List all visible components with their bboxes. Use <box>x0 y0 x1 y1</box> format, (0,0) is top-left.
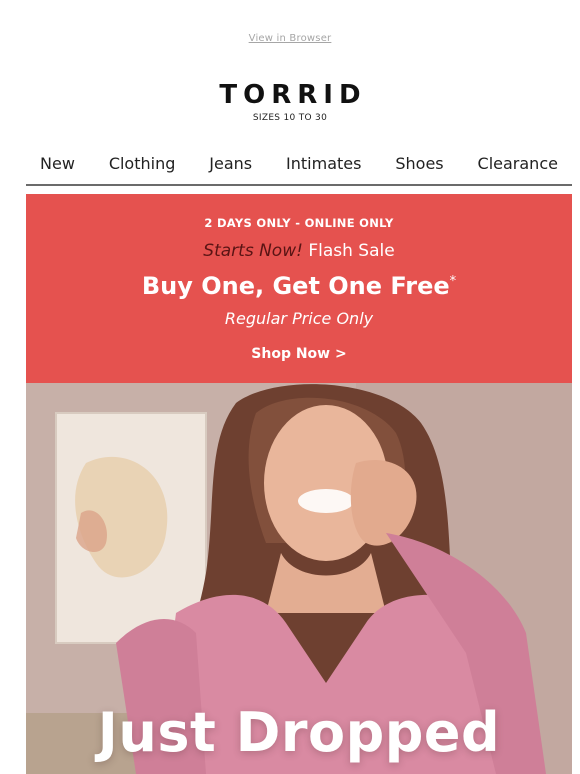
promo-flash-sale: Flash Sale <box>308 241 395 261</box>
promo-headline-text: Buy One, Get One Free <box>141 272 450 300</box>
hero-title: Just Dropped <box>97 701 501 764</box>
nav-item-jeans[interactable]: Jeans <box>209 152 252 176</box>
promo-starts-now: Starts Now! <box>203 241 303 261</box>
promo-asterisk: * <box>449 274 457 289</box>
promo-banner[interactable]: 2 DAYS ONLY - ONLINE ONLY Starts Now! Fl… <box>26 194 572 383</box>
nav-item-clearance[interactable]: Clearance <box>478 152 558 176</box>
promo-flash-line: Starts Now! Flash Sale <box>26 241 572 261</box>
nav-item-clothing[interactable]: Clothing <box>109 152 176 176</box>
brand-tagline: SIZES 10 TO 30 <box>252 113 328 123</box>
promo-eyebrow: 2 DAYS ONLY - ONLINE ONLY <box>204 216 394 230</box>
promo-subtext: Regular Price Only <box>224 309 374 328</box>
nav-item-shoes[interactable]: Shoes <box>395 152 443 176</box>
email-page: View in Browser TORRID SIZES 10 TO 30 Ne… <box>0 0 580 774</box>
promo-headline: Buy One, Get One Free* <box>26 272 572 300</box>
nav-item-intimates[interactable]: Intimates <box>286 152 361 176</box>
shop-now-link[interactable]: Shop Now > <box>26 346 572 362</box>
nav-item-new[interactable]: New <box>40 152 75 176</box>
view-in-browser-link[interactable]: View in Browser <box>0 33 580 44</box>
category-nav: New Clothing Jeans Intimates Shoes Clear… <box>26 152 572 186</box>
hero-image[interactable]: Just Dropped <box>26 383 572 774</box>
brand-logo[interactable]: TORRID <box>0 80 580 110</box>
